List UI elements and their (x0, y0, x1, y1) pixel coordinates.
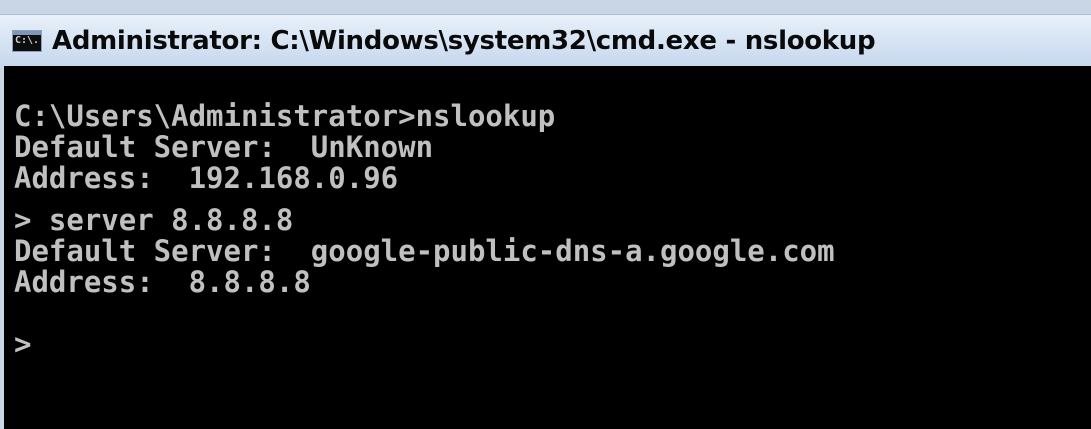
window-title: Administrator: C:\Windows\system32\cmd.e… (52, 26, 876, 56)
command-prompt[interactable]: > (14, 329, 835, 360)
console-line: Default Server: UnKnown (14, 130, 434, 164)
console-line: C:\Users\Administrator>nslookup (14, 99, 556, 133)
blank-line (14, 298, 835, 329)
console-line: Address: 192.168.0.96 (14, 161, 399, 195)
console-line: Default Server: google-public-dns-a.goog… (14, 234, 835, 268)
console-line: > server 8.8.8.8 (14, 203, 294, 237)
console-area[interactable]: C:\Users\Administrator>nslookup Default … (0, 66, 1091, 429)
console-line: Address: 8.8.8.8 (14, 265, 311, 299)
title-bar[interactable]: C:\. Administrator: C:\Windows\system32\… (0, 14, 1091, 66)
cmd-window: C:\. Administrator: C:\Windows\system32\… (0, 0, 1091, 429)
console-output: C:\Users\Administrator>nslookup Default … (14, 101, 835, 360)
command-prompt-icon[interactable]: C:\. (12, 30, 42, 52)
